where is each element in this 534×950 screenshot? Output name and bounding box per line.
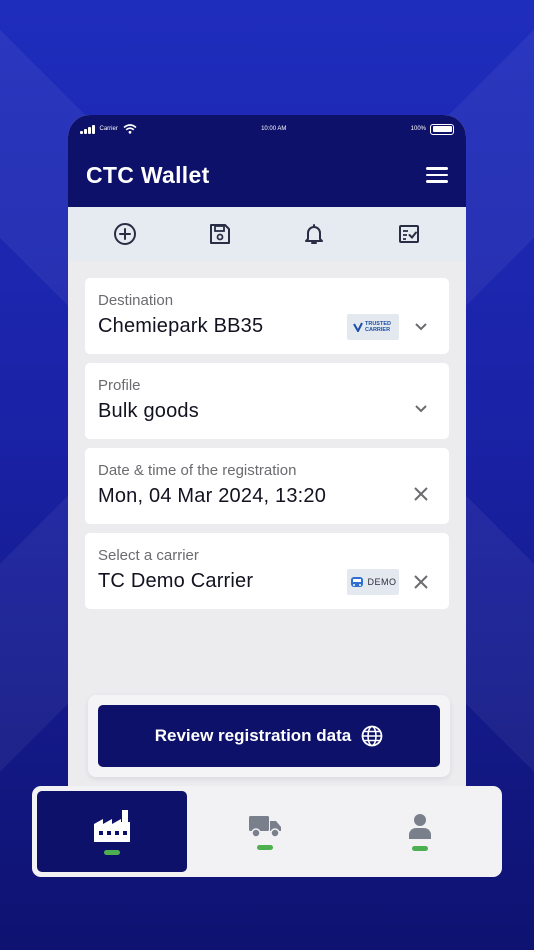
- destination-field[interactable]: Destination Chemiepark BB35 TRUSTED CARR…: [85, 278, 449, 354]
- app-title: CTC Wallet: [86, 161, 210, 188]
- trusted-carrier-badge: TRUSTED CARRIER: [347, 314, 399, 340]
- add-circle-icon[interactable]: [105, 214, 145, 254]
- globe-icon: [361, 725, 383, 747]
- status-bar: Carrier 10:00 AM 100%: [68, 115, 466, 143]
- nav-indicator: [256, 845, 273, 850]
- demo-carrier-badge: DEMO: [347, 569, 399, 595]
- signal-icon: [80, 124, 95, 134]
- review-registration-button[interactable]: Review registration data: [98, 705, 440, 767]
- nav-factory[interactable]: [37, 791, 187, 872]
- menu-icon[interactable]: [426, 167, 448, 183]
- bell-icon[interactable]: [294, 214, 334, 254]
- destination-label: Destination: [98, 292, 174, 309]
- battery-percent: 100%: [410, 126, 426, 132]
- demo-logo-icon: [350, 577, 363, 587]
- wifi-icon: [123, 124, 137, 134]
- check-logo-icon: [353, 322, 363, 332]
- carrier-label: Carrier: [99, 126, 118, 132]
- truck-icon: [248, 816, 281, 838]
- chevron-down-icon[interactable]: [411, 317, 431, 337]
- profile-field[interactable]: Profile Bulk goods: [85, 363, 449, 439]
- trusted-carrier-text: TRUSTED CARRIER: [365, 321, 391, 333]
- battery-icon: [430, 123, 454, 135]
- person-icon: [408, 814, 431, 839]
- datetime-value: Mon, 04 Mar 2024, 13:20: [98, 485, 327, 507]
- review-button-label: Review registration data: [154, 726, 352, 745]
- bottom-navigation: [32, 786, 502, 877]
- review-container: Review registration data: [88, 695, 450, 777]
- app-header: CTC Wallet: [68, 143, 466, 207]
- datetime-field[interactable]: Date & time of the registration Mon, 04 …: [85, 448, 449, 524]
- clock: 10:00 AM: [261, 126, 287, 132]
- nav-person[interactable]: [342, 791, 497, 872]
- save-icon[interactable]: [200, 214, 240, 254]
- toolbar: [68, 207, 466, 261]
- factory-icon: [94, 810, 130, 842]
- carrier-label: Select a carrier: [98, 547, 199, 564]
- nav-indicator: [104, 850, 120, 855]
- carrier-field[interactable]: Select a carrier TC Demo Carrier DEMO: [85, 533, 449, 609]
- demo-text: DEMO: [367, 577, 397, 587]
- close-icon[interactable]: [411, 572, 431, 592]
- nav-indicator: [411, 846, 428, 851]
- nav-truck[interactable]: [187, 791, 342, 872]
- datetime-label: Date & time of the registration: [98, 462, 297, 479]
- form-content: Destination Chemiepark BB35 TRUSTED CARR…: [68, 261, 466, 609]
- profile-value: Bulk goods: [98, 400, 199, 422]
- checklist-icon[interactable]: [389, 214, 429, 254]
- profile-label: Profile: [98, 377, 141, 394]
- chevron-down-icon[interactable]: [411, 399, 431, 419]
- close-icon[interactable]: [411, 484, 431, 504]
